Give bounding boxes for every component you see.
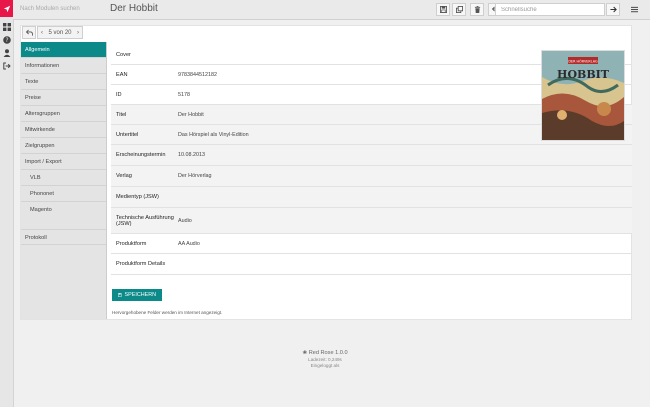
field-label: Produktform Details [116,261,166,267]
field-label: Medientyp (JSW) [116,194,159,200]
field-technische-ausfuehrung: Technische Ausführung (JSW) Audio [111,208,632,234]
footer-version-text: Red Rose 1.0.0 [308,350,348,356]
pager-label: 5 von 20 [48,29,72,36]
field-verlag: Verlag Der Hörverlag [111,166,632,187]
dashboard-icon[interactable] [0,21,13,32]
field-value[interactable]: Der Hobbit [178,112,204,118]
nav-item-mitwirkende[interactable]: Mitwirkende [21,122,106,138]
field-label: Untertitel [116,131,139,138]
form-hint: Hervorgehobene Felder werden im Internet… [112,310,223,315]
field-produktform-details: Produktform Details [111,254,632,275]
save-button[interactable]: SPEICHERN [112,289,162,301]
footer: ❀ Red Rose 1.0.0 Ladezeit: 0,249s Eingel… [0,350,650,370]
record-pager: ‹ 5 von 20 › [37,26,83,39]
field-label: Verlag [116,173,132,179]
field-value[interactable]: 9783844512182 [178,72,217,78]
nav-item-import-export[interactable]: Import / Export [21,154,106,170]
field-value[interactable]: 10.08.2013 [178,152,205,158]
field-value[interactable]: Audio [178,218,192,224]
back-button[interactable] [22,26,36,39]
field-label: Titel [116,111,127,118]
field-erscheinungstermin: Erscheinungstermin 10.08.2013 [111,145,632,166]
cover-series-badge: DER HÖRVERLAG [568,58,598,63]
page-title: Der Hobbit [110,3,158,14]
menu-icon[interactable] [627,3,641,16]
footer-login-status: Eingeloggt als [310,363,340,368]
nav-item-allgemein[interactable]: Allgemein [21,42,106,58]
user-icon[interactable] [0,47,13,58]
field-value[interactable]: AA Audio [178,241,200,247]
field-label: EAN [116,71,128,78]
cover-title-text: HOBBIT [557,68,610,81]
copy-icon[interactable] [452,3,466,16]
app-rail: ? [0,0,14,407]
back-arrow-icon [25,29,33,36]
nav-item-zielgruppen[interactable]: Zielgruppen [21,138,106,154]
nav-item-altersgruppen[interactable]: Altersgruppen [21,106,106,122]
pager-next-icon[interactable]: › [77,30,79,36]
save-icon[interactable] [436,3,450,16]
nav-item-magento[interactable]: Magento [21,202,106,218]
field-medientyp: Medientyp (JSW) [111,187,632,208]
section-nav: Allgemein Informationen Texte Preise Alt… [21,42,107,319]
field-produktform: Produktform AA Audio [111,234,632,254]
field-value: 5178 [178,91,190,98]
quick-search-input[interactable] [495,3,605,16]
field-label: Cover [116,52,131,58]
nav-item-phononet[interactable]: Phononet [21,186,106,202]
module-search-input[interactable]: Nach Modulen suchen [20,6,80,12]
nav-item-informationen[interactable]: Informationen [21,58,106,74]
field-value[interactable]: Das Hörspiel als Vinyl-Edition [178,132,249,138]
nav-item-vlb[interactable]: VLB [21,170,106,186]
app-logo-icon[interactable] [0,0,13,17]
save-button-label: SPEICHERN [124,292,156,298]
trash-icon[interactable] [470,3,484,16]
save-icon [118,293,122,297]
cover-image[interactable]: DER HÖRVERLAG HOBBIT [541,50,625,141]
field-label: ID [116,91,122,98]
field-label: Produktform [116,240,147,247]
pager-prev-icon[interactable]: ‹ [41,30,43,36]
logout-icon[interactable] [0,60,13,71]
field-label: Erscheinungstermin [116,152,166,158]
help-icon[interactable]: ? [0,34,13,45]
nav-item-preise[interactable]: Preise [21,90,106,106]
field-label: Technische Ausführung (JSW) [116,214,174,227]
nav-item-texte[interactable]: Texte [21,74,106,90]
nav-item-protokoll[interactable]: Protokoll [21,229,106,245]
svg-text:?: ? [5,37,8,44]
quick-search-go-icon[interactable] [606,3,620,16]
rose-icon: ❀ [302,350,308,356]
field-value[interactable]: Der Hörverlag [178,173,212,179]
